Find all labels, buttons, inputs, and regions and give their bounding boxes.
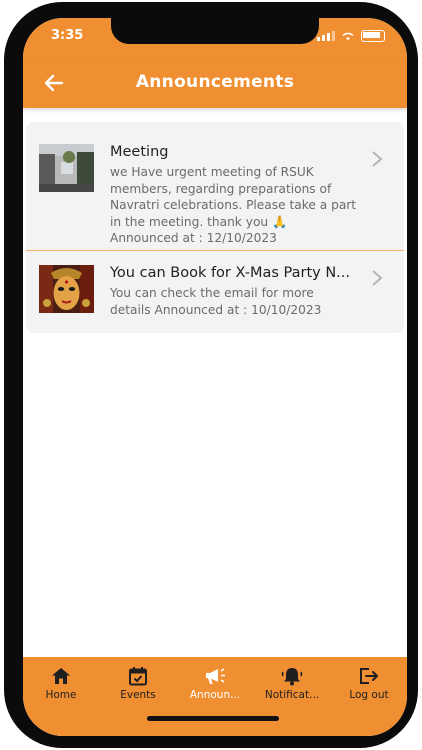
bottom-tab-bar: Home Events Announ... Notificat... Log o… <box>23 657 407 736</box>
home-indicator <box>147 716 279 721</box>
announcement-body: You can check the email for more details… <box>110 285 358 318</box>
announcement-item[interactable]: Meeting we Have urgent meeting of RSUK m… <box>26 122 404 250</box>
announcement-date: Announced at : 10/10/2023 <box>154 302 322 317</box>
app-header: Announcements <box>23 58 407 108</box>
wifi-icon <box>342 32 354 41</box>
signal-icon <box>317 31 335 41</box>
tab-logout[interactable]: Log out <box>331 666 407 701</box>
announcement-item[interactable]: You can Book for X-Mas Party N... You ca… <box>26 250 404 333</box>
tab-label: Home <box>45 689 77 701</box>
announcement-title: You can Book for X-Mas Party N... <box>110 265 350 281</box>
phone-bezel: 3:35 Announcements Meeting we Have urgen… <box>4 2 418 748</box>
tab-label: Announ... <box>189 689 241 701</box>
announcement-title: Meeting <box>110 144 169 160</box>
battery-icon <box>361 30 385 42</box>
tab-home[interactable]: Home <box>23 666 99 701</box>
announcement-body: we Have urgent meeting of RSUK members, … <box>110 164 358 247</box>
tab-label: Events <box>120 689 156 701</box>
announcement-text: we Have urgent meeting of RSUK members, … <box>110 165 357 229</box>
tab-label: Log out <box>349 689 389 701</box>
announcement-thumbnail <box>39 144 94 192</box>
chevron-right-icon <box>372 151 383 167</box>
calendar-check-icon <box>129 667 147 686</box>
logout-icon <box>360 668 378 684</box>
bell-icon <box>281 668 303 686</box>
megaphone-icon <box>206 668 225 684</box>
status-icons <box>317 30 385 42</box>
app-screen: 3:35 Announcements Meeting we Have urgen… <box>23 18 407 736</box>
tab-announcements[interactable]: Announ... <box>177 666 253 701</box>
page-title: Announcements <box>135 72 295 92</box>
device-frame: 3:35 Announcements Meeting we Have urgen… <box>0 0 422 750</box>
tab-notifications[interactable]: Notificat... <box>254 666 330 701</box>
chevron-right-icon <box>372 270 383 286</box>
tab-events[interactable]: Events <box>100 666 176 701</box>
announcement-date: Announced at : 12/10/2023 <box>110 231 277 245</box>
home-icon <box>52 668 70 684</box>
announcement-thumbnail <box>39 265 94 313</box>
status-time: 3:35 <box>51 28 84 43</box>
camera-notch <box>111 18 319 44</box>
announcement-list: Meeting we Have urgent meeting of RSUK m… <box>26 122 404 333</box>
tab-label: Notificat... <box>264 689 320 701</box>
